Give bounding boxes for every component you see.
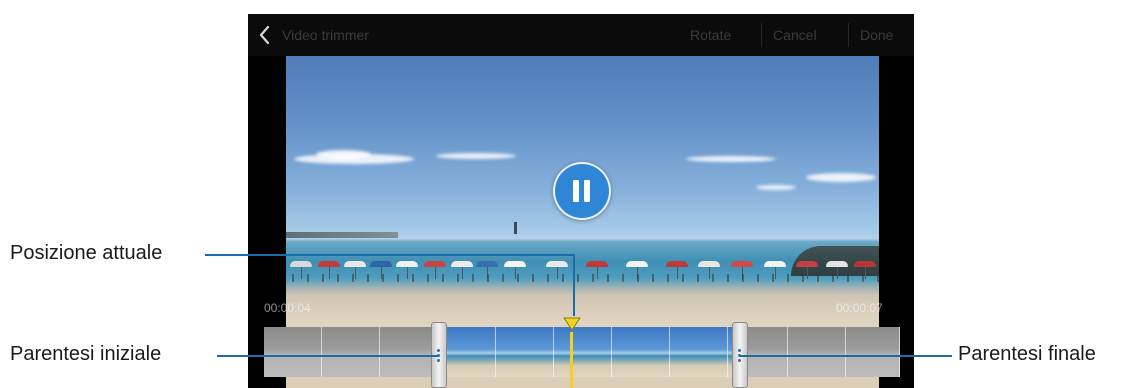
- cloud: [316, 150, 371, 159]
- filmstrip-frame: [322, 327, 380, 377]
- rotate-button[interactable]: Rotate: [690, 27, 731, 43]
- trim-start-time: 00:00:04: [264, 301, 311, 315]
- callout-start-bracket: Parentesi iniziale: [10, 343, 162, 365]
- cloud: [436, 153, 516, 159]
- video-trimmer-screen: Video trimmer Rotate Cancel Done 00:00:0…: [248, 14, 914, 388]
- leader-line: [217, 355, 439, 357]
- leader-line: [573, 254, 575, 316]
- filmstrip-frame: [612, 327, 670, 377]
- app-bar: Video trimmer Rotate Cancel Done: [248, 14, 914, 56]
- callout-end-bracket: Parentesi finale: [958, 343, 1096, 365]
- cloud: [686, 156, 776, 162]
- pause-icon: [573, 180, 579, 202]
- cloud: [806, 173, 876, 182]
- leader-line: [740, 355, 952, 357]
- done-button[interactable]: Done: [860, 27, 893, 43]
- filmstrip-frame: [264, 327, 322, 377]
- divider: [761, 23, 762, 47]
- back-button[interactable]: [256, 24, 274, 46]
- cloud: [756, 185, 796, 190]
- filmstrip-frame: [554, 327, 612, 377]
- trim-end-time: 00:00:07: [836, 301, 883, 315]
- divider: [848, 23, 849, 47]
- filmstrip-frame: [846, 327, 900, 377]
- triangle-down-icon[interactable]: [563, 317, 581, 331]
- cancel-button[interactable]: Cancel: [773, 27, 817, 43]
- lighthouse: [514, 222, 517, 234]
- playhead[interactable]: [570, 332, 573, 388]
- pause-button[interactable]: [553, 162, 611, 220]
- filmstrip-frame: [788, 327, 846, 377]
- beachgoers: [286, 274, 879, 282]
- pier: [286, 232, 398, 238]
- filmstrip-frame: [496, 327, 554, 377]
- chevron-left-icon: [259, 25, 270, 45]
- filmstrip-frame: [670, 327, 728, 377]
- screen-title: Video trimmer: [282, 27, 369, 43]
- filmstrip-frame: [380, 327, 438, 377]
- filmstrip-timeline[interactable]: [264, 327, 900, 377]
- leader-line: [205, 254, 575, 256]
- callout-current-position: Posizione attuale: [10, 242, 163, 264]
